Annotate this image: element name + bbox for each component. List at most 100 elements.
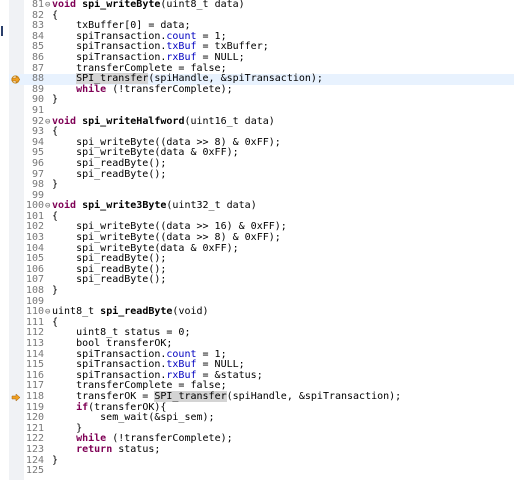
code-token: = 1;	[196, 30, 227, 42]
code-token: bool transferOK;	[52, 338, 173, 349]
code-token: (spiHandle, &spiTransaction);	[148, 73, 323, 85]
code-line[interactable]: 124}	[9, 454, 514, 467]
code-token: = NULL;	[196, 51, 245, 63]
code-token: uint8_t status = 0;	[52, 327, 191, 339]
code-token: spi_readByte();	[52, 168, 167, 180]
code-text: }	[52, 95, 58, 106]
code-token: spi_writeByte((data >> 8) & 0xFF);	[52, 232, 281, 244]
code-token: }	[52, 179, 59, 191]
line-number: 86	[31, 51, 44, 63]
code-token: (uint8_t data)	[160, 0, 245, 10]
code-token: (uint32_t data)	[166, 200, 257, 212]
code-text: uint8_t spi_readByte(void)	[52, 306, 209, 318]
code-token: spiTransaction.	[52, 369, 167, 381]
code-line[interactable]: 125	[9, 466, 514, 477]
field-token: count	[166, 30, 197, 42]
instruction-pointer-icon[interactable]	[11, 75, 22, 84]
code-text: return status;	[52, 443, 161, 456]
line-number: 113	[25, 338, 44, 349]
code-token: transferComplete = false;	[52, 380, 227, 392]
code-text: void spi_write3Byte(uint32_t data)	[52, 200, 257, 212]
code-token: spiTransaction.	[52, 359, 167, 371]
code-token: sem_wait(&spi_sem);	[52, 412, 215, 424]
code-line[interactable]: 108}	[9, 285, 514, 297]
field-token: txBuf	[166, 41, 197, 53]
code-token: txBuffer[0] = data;	[52, 20, 191, 32]
keyword-token: while	[76, 83, 107, 95]
function-name-token: spi_writeByte	[82, 0, 161, 10]
code-token: = &status;	[196, 369, 263, 381]
code-token: }	[52, 285, 59, 297]
function-name-token: spi_writeHalfword	[82, 115, 185, 127]
keyword-token: void	[52, 0, 83, 10]
code-token: }	[52, 94, 59, 106]
left-rail	[0, 0, 9, 480]
keyword-token: if	[76, 401, 89, 413]
field-token: txBuf	[166, 359, 197, 371]
code-token: spi_readByte();	[52, 263, 167, 275]
code-line[interactable]: 123 return status;	[9, 443, 514, 456]
code-token: status;	[112, 443, 161, 455]
code-token: spi_readByte();	[52, 274, 167, 286]
code-token: spiTransaction.	[52, 30, 167, 42]
code-text: }	[52, 285, 59, 297]
code-token: = 1;	[196, 348, 227, 360]
code-token: spi_readByte();	[52, 253, 167, 265]
code-editor[interactable]: 81 ⊖ void spi_writeByte(uint8_t data) 82{83…	[9, 0, 514, 477]
breakpoint-icon[interactable]	[11, 393, 22, 402]
highlighted-call-token: SPI_transfer	[154, 390, 227, 402]
code-token: (!transferComplete);	[106, 433, 233, 445]
line-number: 91	[31, 104, 44, 116]
line-number: 96	[31, 157, 44, 169]
code-token: {	[52, 210, 59, 222]
code-line[interactable]: 89 while (!transferComplete);	[9, 83, 514, 96]
code-text: spi_readByte();	[52, 168, 167, 181]
code-token: (spiHandle, &spiTransaction);	[226, 390, 402, 402]
field-token: rxBuf	[166, 51, 197, 63]
line-number: 81	[31, 0, 44, 10]
code-token: = NULL;	[196, 359, 245, 371]
line-number: 118	[25, 390, 44, 402]
line-number: 123	[25, 443, 44, 455]
code-token: }	[52, 454, 59, 466]
code-line[interactable]: 120 sem_wait(&spi_sem);	[9, 412, 514, 424]
code-text: while (!transferComplete);	[52, 83, 233, 96]
code-line[interactable]: 81 ⊖ void spi_writeByte(uint8_t data)	[9, 0, 514, 11]
code-token: transferComplete = false;	[52, 62, 227, 74]
code-line[interactable]: 107 spi_readByte();	[9, 275, 514, 286]
code-text: void spi_writeByte(uint8_t data)	[52, 0, 245, 11]
code-line[interactable]: 90}	[9, 95, 514, 106]
code-line[interactable]: 110 ⊖ uint8_t spi_readByte(void)	[9, 306, 514, 318]
field-token: rxBuf	[166, 369, 197, 381]
code-token: spi_writeByte(data & 0xFF);	[52, 147, 239, 159]
code-line[interactable]: 92 ⊖ void spi_writeHalfword(uint16_t data)	[9, 115, 514, 128]
keyword-token: while	[76, 433, 107, 445]
code-token: spi_writeByte(data & 0xFF);	[52, 242, 239, 254]
keyword-token: void	[52, 200, 83, 212]
code-line[interactable]: 97 spi_readByte();	[9, 168, 514, 181]
code-token: {	[52, 126, 59, 138]
code-token: (uint16_t data)	[184, 115, 275, 127]
code-token: spi_writeByte((data >> 8) & 0xFF);	[52, 136, 281, 148]
code-line[interactable]: 100 ⊖ void spi_write3Byte(uint32_t data)	[9, 200, 514, 212]
code-token: spiTransaction.	[52, 348, 167, 360]
code-line[interactable]: 98}	[9, 179, 514, 191]
overview-marker	[1, 26, 3, 36]
code-token: {	[52, 9, 59, 21]
code-token: (transferOK){	[88, 401, 167, 413]
keyword-token: return	[76, 443, 113, 455]
code-token: transferOK =	[52, 390, 155, 402]
code-text: }	[52, 454, 59, 467]
field-token: count	[166, 348, 197, 360]
code-token: = txBuffer;	[196, 41, 269, 53]
code-token: {	[52, 316, 59, 328]
code-text: spi_readByte();	[52, 275, 166, 286]
line-number: 125	[25, 465, 44, 477]
code-token: uint8_t	[52, 306, 101, 318]
code-token: (!transferComplete);	[106, 83, 233, 95]
